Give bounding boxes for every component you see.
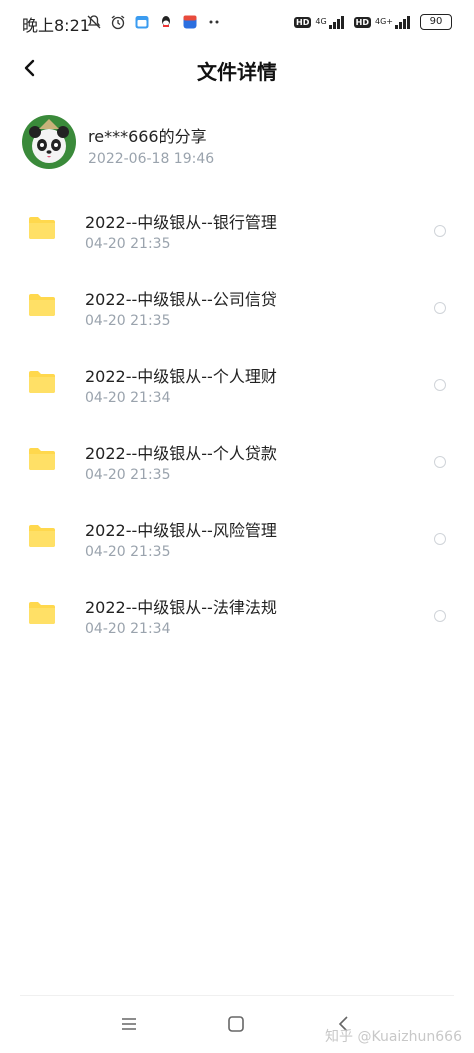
header: 文件详情 [0, 44, 474, 94]
file-item[interactable]: 2022--中级银从--法律法规 04-20 21:34 [0, 577, 474, 654]
status-bar: 晚上8:21 HD 4G HD 4G+ 90 [0, 0, 474, 44]
folder-icon [29, 371, 55, 393]
folder-icon [29, 294, 55, 316]
menu-button[interactable] [119, 1014, 139, 1034]
file-name: 2022--中级银从--法律法规 [85, 598, 277, 617]
file-name: 2022--中级银从--银行管理 [85, 213, 277, 232]
file-name: 2022--中级银从--风险管理 [85, 521, 277, 540]
file-time: 04-20 21:34 [85, 390, 171, 406]
file-name: 2022--中级银从--公司信贷 [85, 290, 277, 309]
avatar[interactable] [22, 115, 76, 169]
sharer-info: re***666的分享 2022-06-18 19:46 [22, 115, 452, 175]
folder-icon [29, 217, 55, 239]
status-time: 晚上8:21 [22, 16, 90, 35]
share-time: 2022-06-18 19:46 [88, 151, 215, 167]
file-item[interactable]: 2022--中级银从--个人理财 04-20 21:34 [0, 346, 474, 423]
system-navigation-bar: 知乎 @Kuaizhun666 [0, 996, 474, 1053]
file-time: 04-20 21:35 [85, 236, 171, 252]
mute-icon [86, 14, 102, 30]
page-title: 文件详情 [197, 60, 277, 84]
file-time: 04-20 21:34 [85, 621, 171, 637]
qq-icon [158, 14, 174, 30]
select-radio[interactable] [434, 456, 446, 468]
file-list: 2022--中级银从--银行管理 04-20 21:35 2022--中级银从-… [0, 192, 474, 654]
battery-indicator: 90 [420, 14, 452, 30]
alarm-icon [110, 14, 126, 30]
home-button[interactable] [226, 1014, 246, 1034]
home-square-icon [228, 1016, 244, 1032]
sharer-name: re***666的分享 [88, 127, 207, 146]
calendar-app-icon [134, 14, 150, 30]
file-name: 2022--中级银从--个人理财 [85, 367, 277, 386]
folder-icon [29, 525, 55, 547]
hd-badge-2: HD [353, 16, 371, 28]
file-time: 04-20 21:35 [85, 544, 171, 560]
panda-avatar-icon [22, 115, 76, 169]
folder-icon [29, 448, 55, 470]
notification-icons [86, 12, 222, 32]
menu-icon [122, 1018, 136, 1030]
select-radio[interactable] [434, 302, 446, 314]
signal-icon [328, 15, 344, 29]
network-type-2: 4G+ [375, 17, 393, 26]
select-radio[interactable] [434, 610, 446, 622]
file-time: 04-20 21:35 [85, 313, 171, 329]
hd-badge-1: HD [294, 16, 312, 28]
file-item[interactable]: 2022--中级银从--风险管理 04-20 21:35 [0, 500, 474, 577]
status-indicators: HD 4G HD 4G+ 90 [294, 12, 452, 32]
file-time: 04-20 21:35 [85, 467, 171, 483]
select-radio[interactable] [434, 225, 446, 237]
select-radio[interactable] [434, 533, 446, 545]
file-name: 2022--中级银从--个人贷款 [85, 444, 277, 463]
network-type-1: 4G [315, 17, 327, 26]
more-notifications-icon [206, 14, 222, 30]
watermark: 知乎 @Kuaizhun666 [325, 1029, 462, 1045]
file-item[interactable]: 2022--中级银从--个人贷款 04-20 21:35 [0, 423, 474, 500]
signal-icon [395, 15, 410, 29]
folder-icon [29, 602, 55, 624]
file-item[interactable]: 2022--中级银从--公司信贷 04-20 21:35 [0, 269, 474, 346]
app-icon [182, 14, 198, 30]
file-item[interactable]: 2022--中级银从--银行管理 04-20 21:35 [0, 192, 474, 269]
select-radio[interactable] [434, 379, 446, 391]
